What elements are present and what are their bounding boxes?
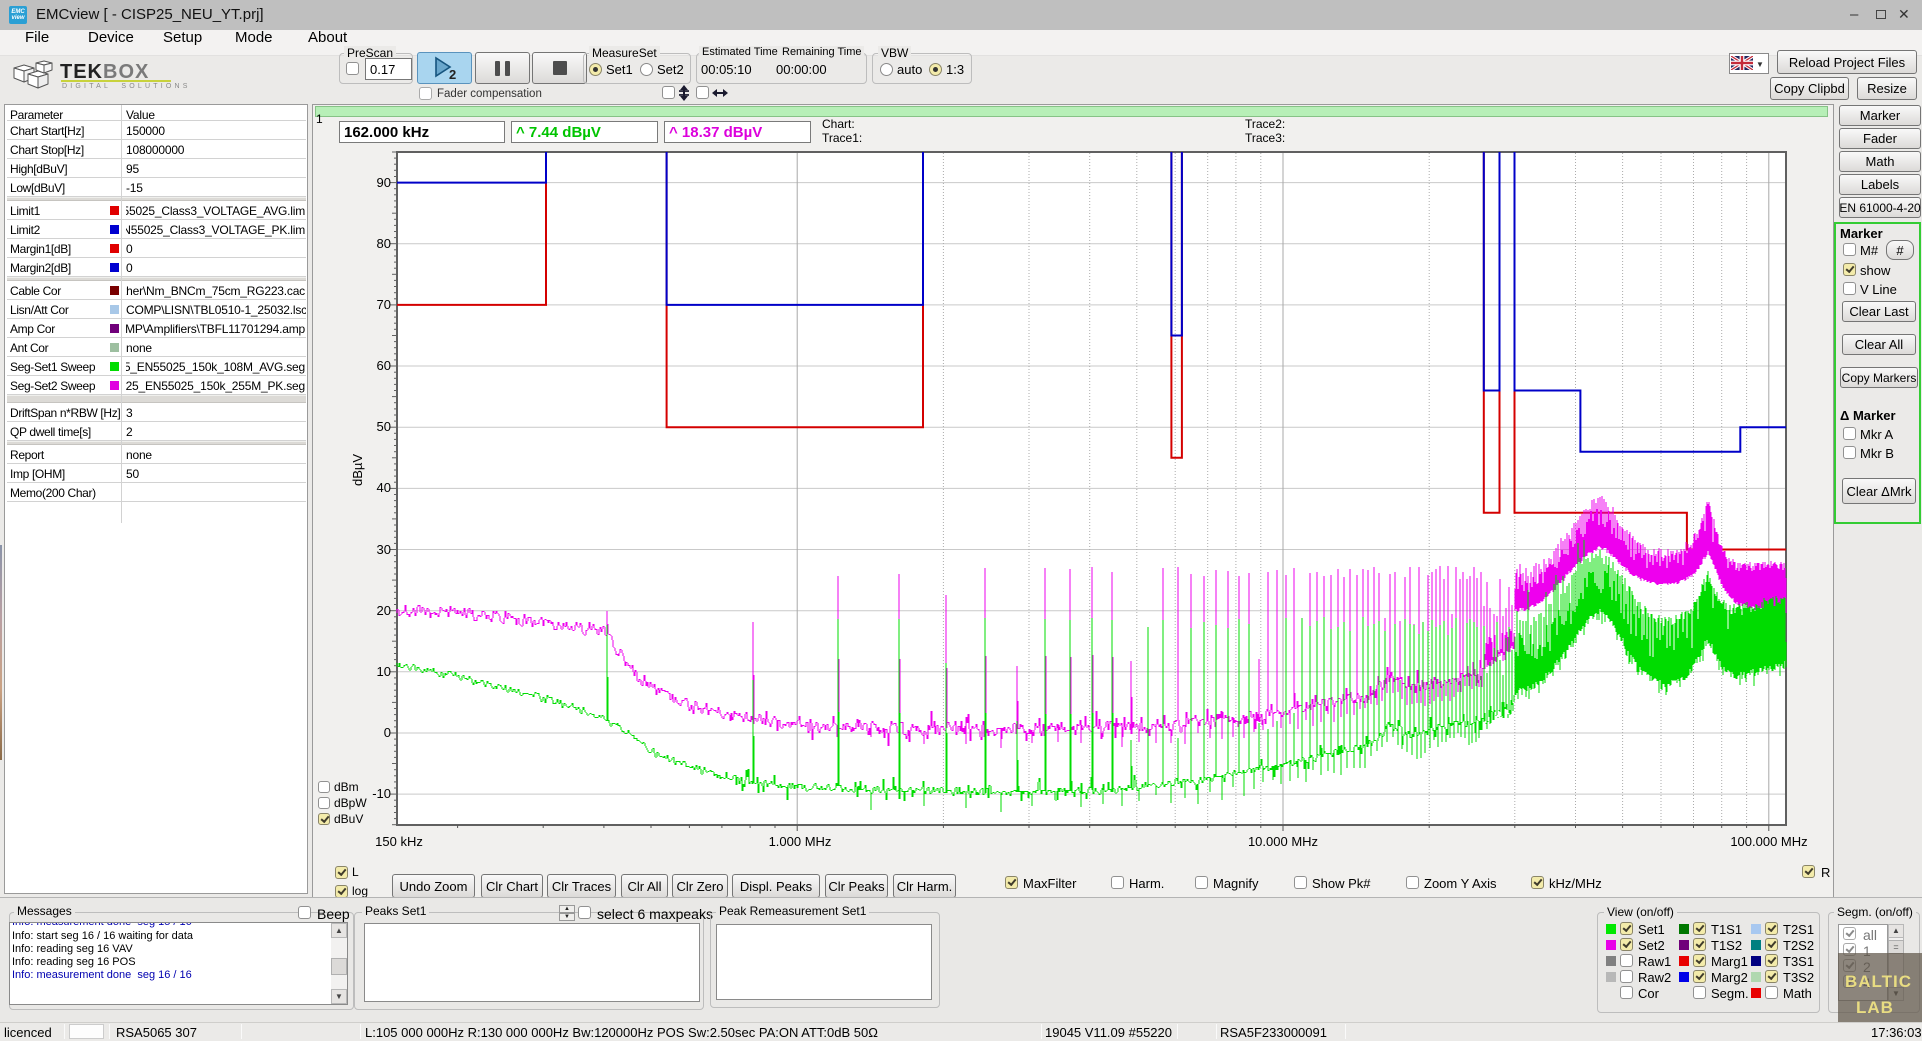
svg-text:2: 2 [449, 67, 456, 80]
